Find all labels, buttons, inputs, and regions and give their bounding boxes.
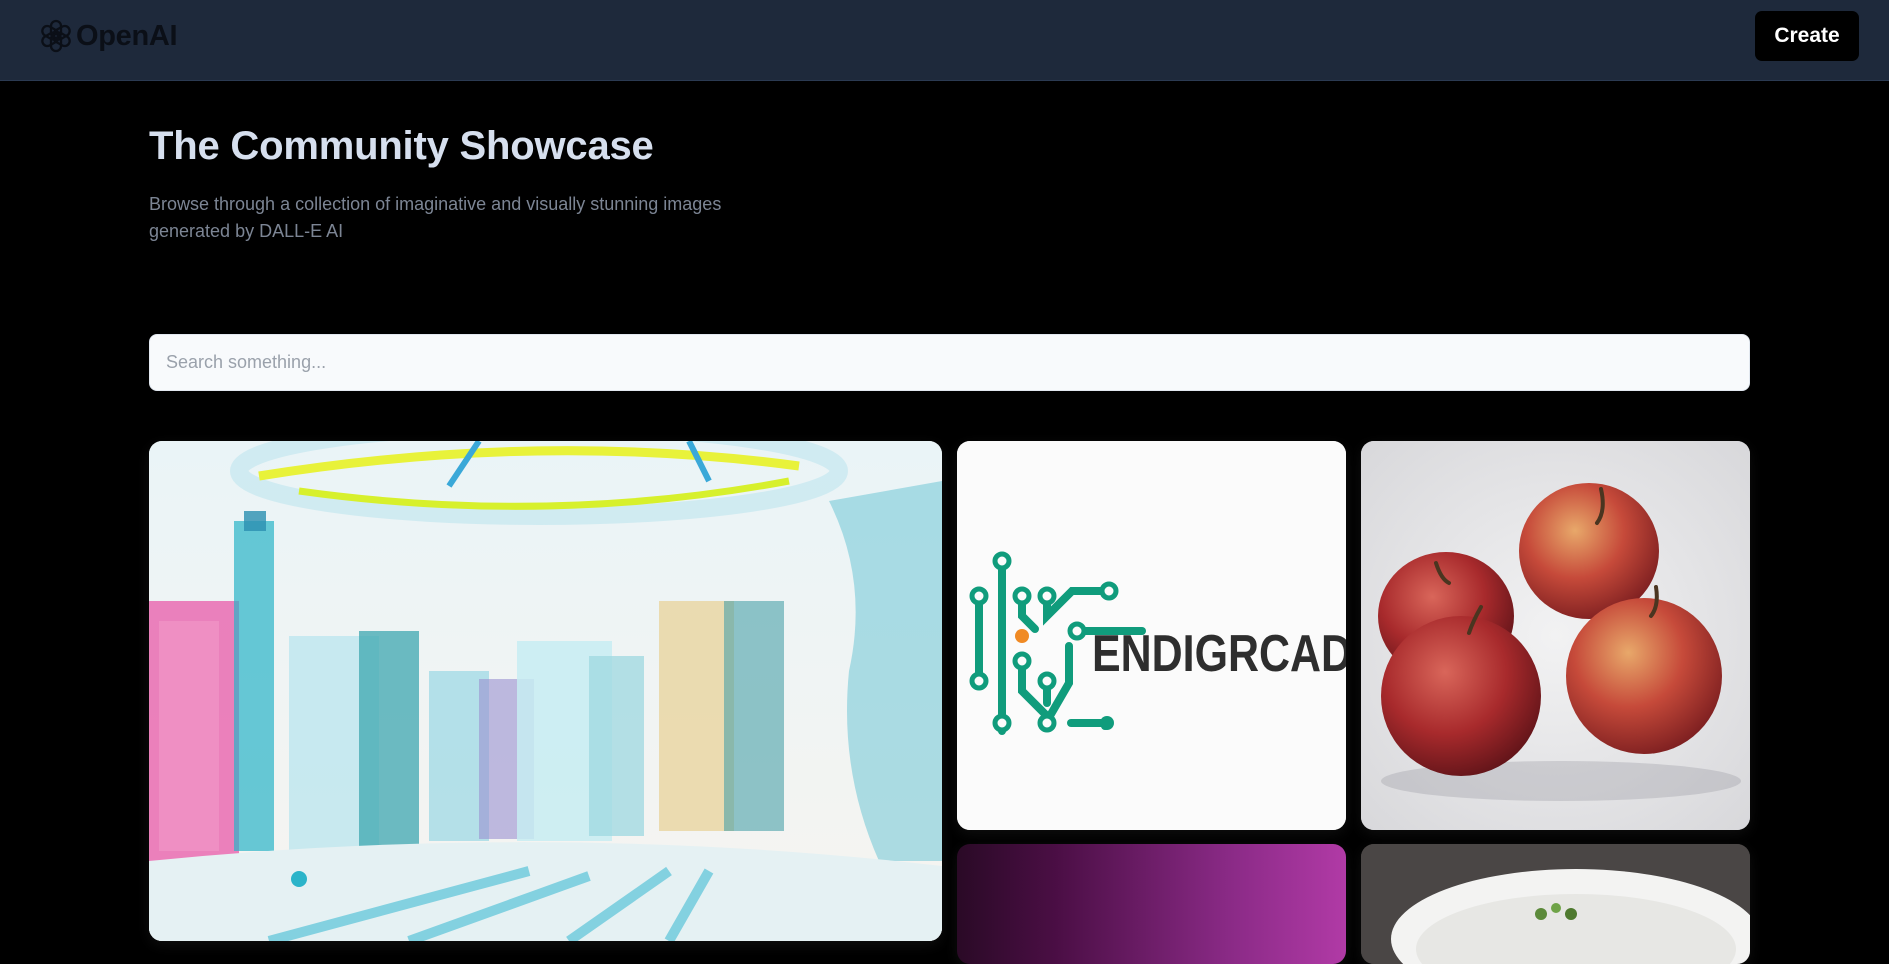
- openai-logo-icon: [38, 18, 74, 54]
- apples-image: [1361, 441, 1750, 830]
- brand-name: OpenAI: [76, 19, 178, 52]
- circuit-logo-image: ENDIGRCAD: [957, 441, 1346, 830]
- search-input[interactable]: [149, 334, 1750, 391]
- gallery-card-apples[interactable]: [1361, 441, 1750, 830]
- city-painting-image: [149, 441, 942, 941]
- page-title: The Community Showcase: [149, 124, 654, 168]
- gallery-card-salad-bowl[interactable]: [1361, 844, 1750, 964]
- gallery-card-city-painting[interactable]: [149, 441, 942, 941]
- create-button[interactable]: Create: [1755, 11, 1859, 61]
- salad-bowl-image: [1361, 844, 1750, 964]
- gallery-card-purple-gradient[interactable]: [957, 844, 1346, 964]
- circuit-logo-text: ENDIGRCAD: [1092, 625, 1346, 683]
- purple-gradient-image: [957, 844, 1346, 964]
- gallery-card-circuit-logo[interactable]: ENDIGRCAD: [957, 441, 1346, 830]
- brand-logo-link[interactable]: OpenAI: [38, 18, 178, 54]
- top-navbar: OpenAI Create: [0, 0, 1889, 81]
- page-subtitle: Browse through a collection of imaginati…: [149, 194, 722, 241]
